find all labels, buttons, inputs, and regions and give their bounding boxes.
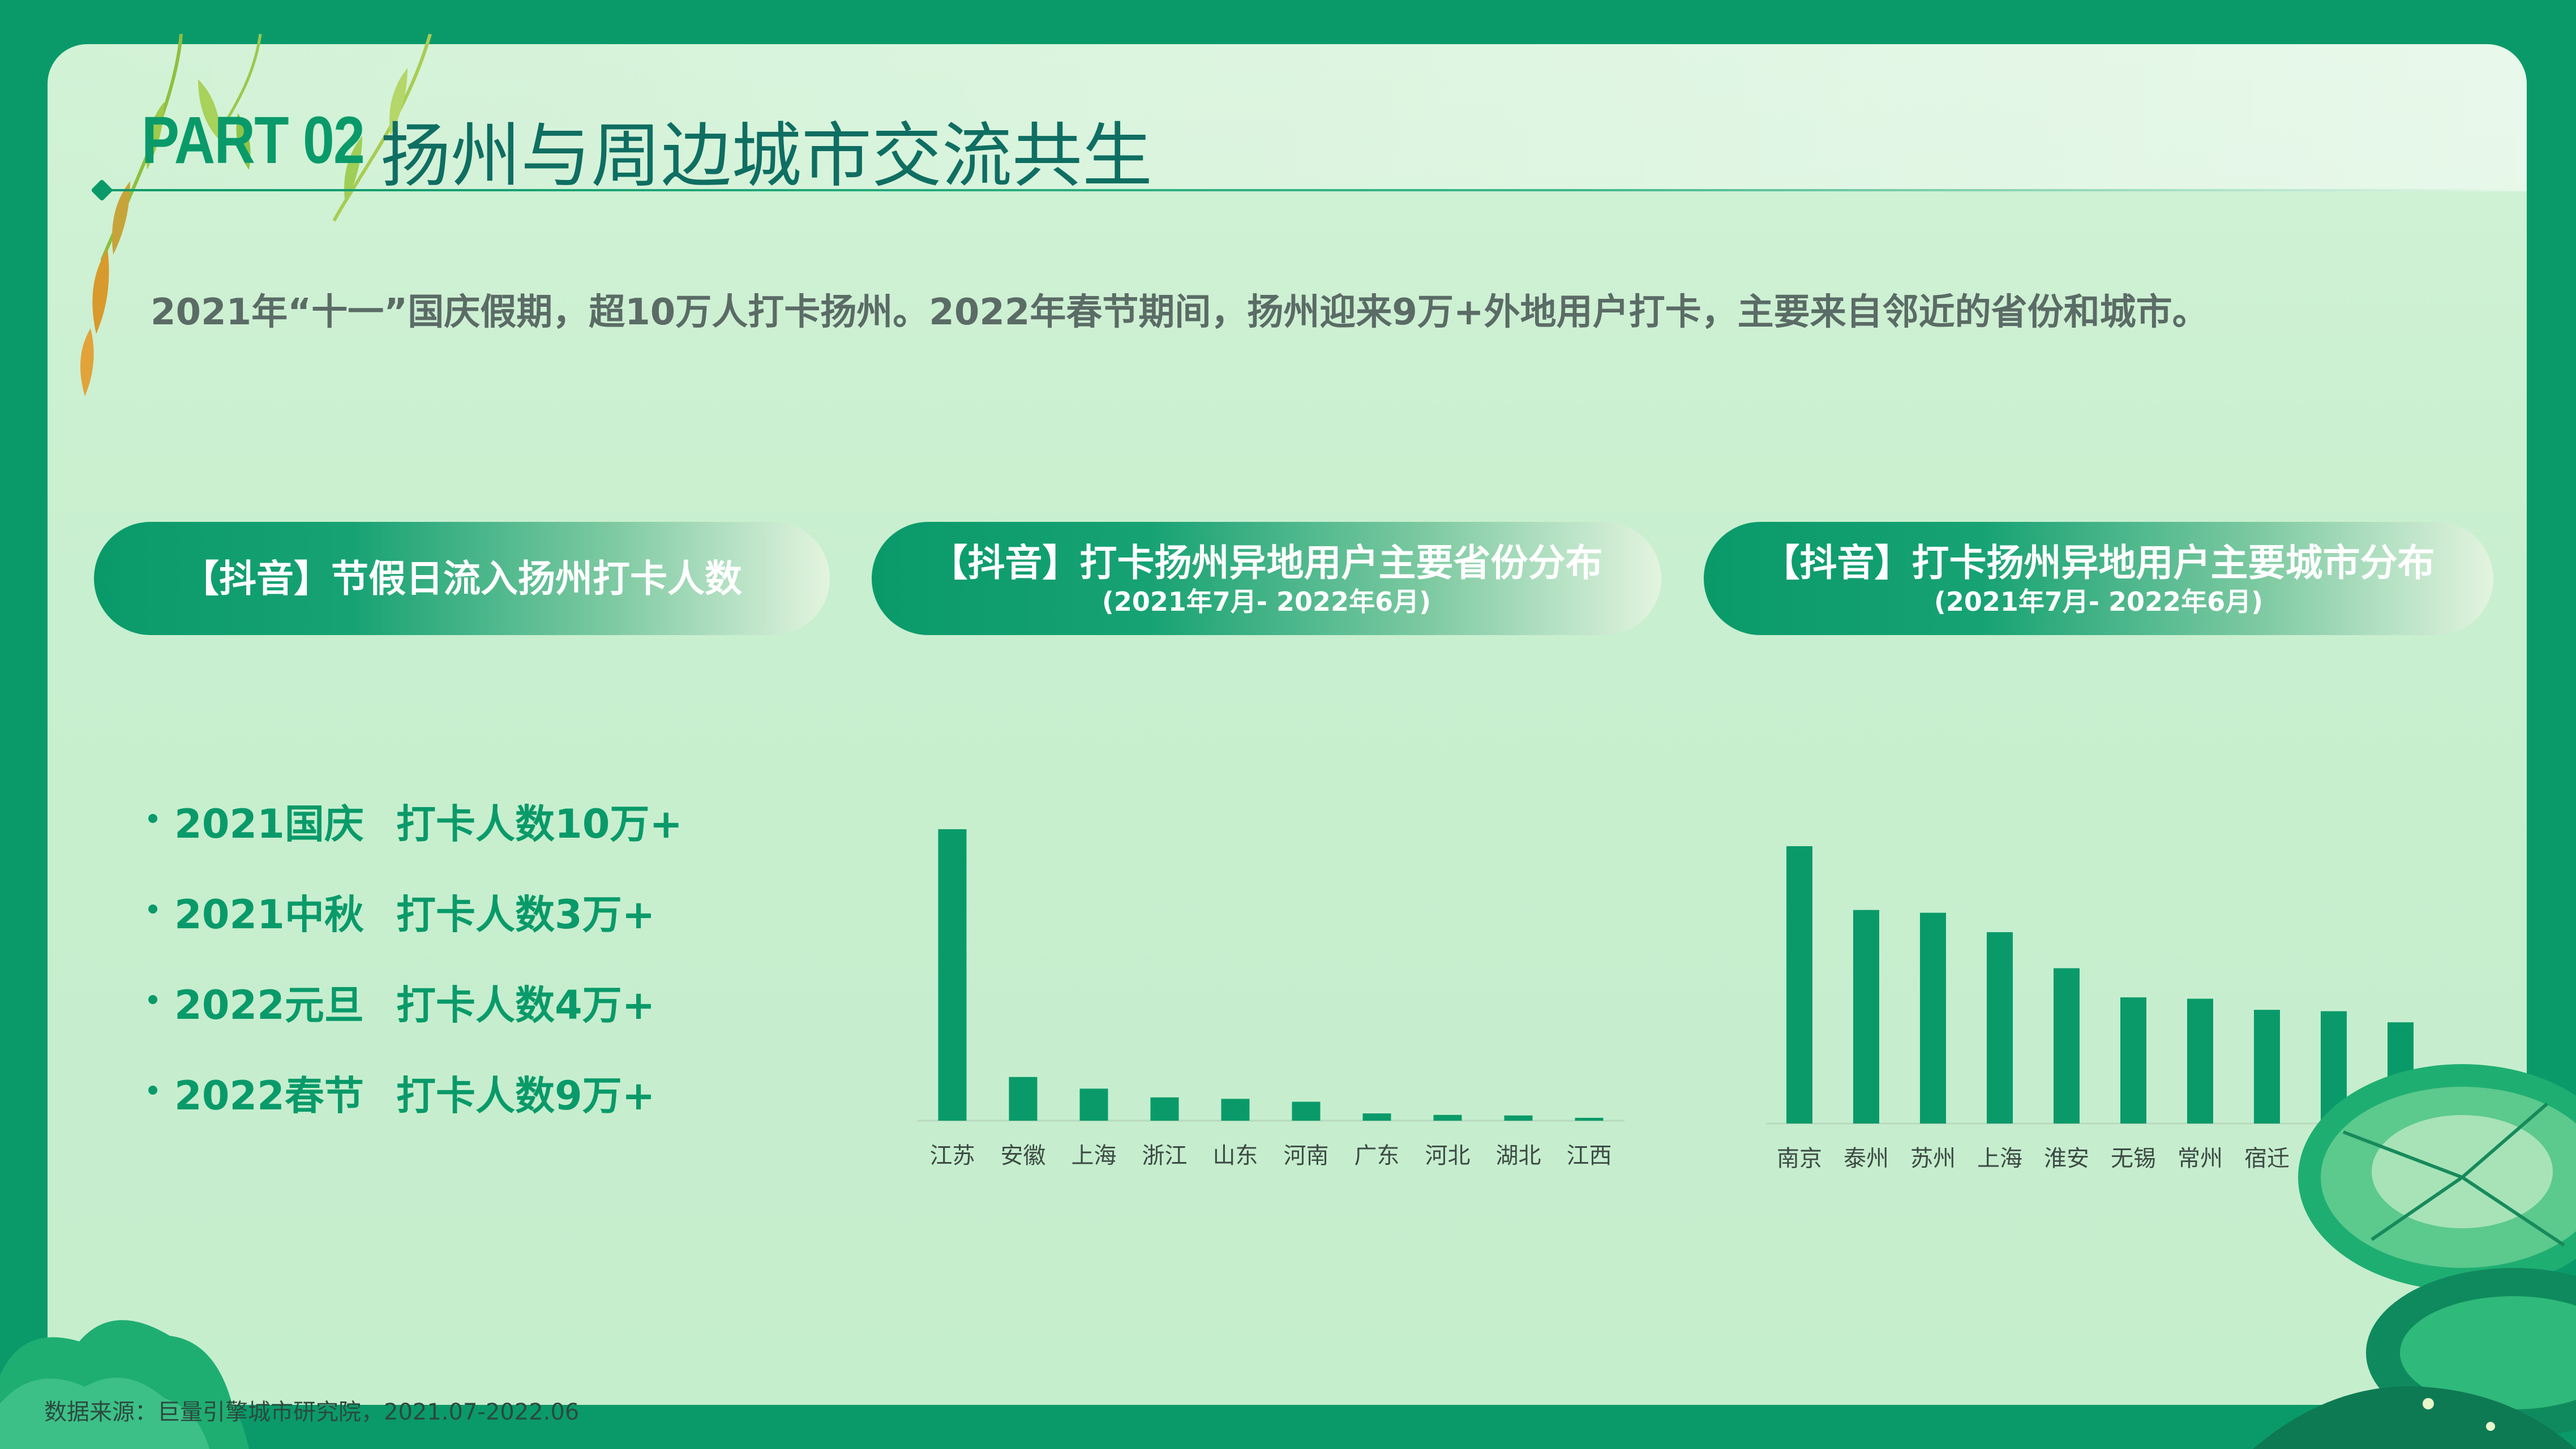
bar: [2054, 968, 2080, 1124]
cloud-decoration-icon: [0, 1320, 249, 1449]
panel-title: 【抖音】打卡扬州异地用户主要省份分布: [930, 541, 1603, 585]
x-tick-label: 浙江: [1142, 1143, 1188, 1169]
bar: [1575, 1117, 1604, 1121]
holiday-value: 打卡人数3万+: [396, 891, 655, 938]
bar: [1221, 1099, 1250, 1121]
x-tick-label: 上海: [1071, 1143, 1117, 1169]
panel-header-cities: 【抖音】打卡扬州异地用户主要城市分布 (2021年7月- 2022年6月): [1704, 522, 2493, 635]
x-tick-label: 上海: [1977, 1146, 2022, 1172]
bullet-icon: [148, 1086, 157, 1095]
willow-decoration-icon: [80, 34, 432, 396]
x-tick-label: 泰州: [1844, 1146, 1889, 1172]
bar: [1504, 1115, 1533, 1121]
holiday-value: 打卡人数10万+: [396, 801, 683, 847]
part-label: PART 02: [142, 103, 365, 178]
bullet-icon: [148, 995, 157, 1004]
holiday-period: 2021中秋: [174, 891, 364, 938]
bar: [1079, 1088, 1108, 1121]
bar: [1150, 1097, 1179, 1121]
holiday-period: 2022元旦: [174, 982, 364, 1028]
province-bar-chart: 江苏 安徽 上海 浙江 山东 河南 广东 河北 湖北 江西: [917, 829, 1625, 1169]
x-tick-label: 湖北: [1496, 1143, 1541, 1169]
panel-header-provinces: 【抖音】打卡扬州异地用户主要省份分布 (2021年7月- 2022年6月): [872, 522, 1661, 635]
bar: [938, 829, 967, 1121]
holiday-value: 打卡人数9万+: [396, 1073, 655, 1119]
panel-subtitle: (2021年7月- 2022年6月): [1934, 586, 2264, 617]
source-note: 数据来源：巨量引擎城市研究院，2021.07-2022.06: [44, 1399, 580, 1425]
bar: [1987, 932, 2013, 1124]
x-tick-label: 江苏: [930, 1143, 975, 1169]
x-tick-label: 安徽: [1001, 1143, 1046, 1169]
bar: [2120, 997, 2146, 1124]
panel-header-holidays: 【抖音】节假日流入扬州打卡人数: [94, 522, 830, 635]
x-tick-label: 河北: [1425, 1143, 1471, 1169]
x-tick-label: 苏州: [1910, 1146, 1956, 1172]
holiday-period: 2022春节: [174, 1073, 364, 1119]
holiday-period: 2021国庆: [174, 801, 364, 847]
x-tick-label: 广东: [1355, 1143, 1400, 1169]
lotus-leaf-decoration-icon: [2253, 1064, 2576, 1449]
panel-title: 【抖音】打卡扬州异地用户主要城市分布: [1762, 541, 2435, 585]
bullet-icon: [148, 904, 157, 914]
bar: [1362, 1113, 1391, 1121]
bar: [1433, 1114, 1462, 1121]
bar: [1786, 846, 1812, 1124]
panel-title: 【抖音】节假日流入扬州打卡人数: [182, 557, 742, 601]
bullet-icon: [148, 814, 157, 823]
bar: [1853, 910, 1879, 1124]
header-divider: [102, 189, 2524, 191]
bar: [1292, 1101, 1321, 1121]
page-title: 扬州与周边城市交流共生: [380, 115, 1153, 197]
holiday-value: 打卡人数4万+: [396, 982, 655, 1028]
x-tick-label: 南京: [1777, 1146, 1822, 1172]
x-tick-label: 无锡: [2111, 1146, 2156, 1172]
x-tick-label: 山东: [1213, 1143, 1258, 1169]
x-tick-label: 淮安: [2044, 1146, 2089, 1172]
x-tick-label: 江西: [1567, 1143, 1612, 1169]
x-tick-label: 河南: [1284, 1143, 1329, 1169]
panel-subtitle: (2021年7月- 2022年6月): [1101, 586, 1431, 617]
bar: [1009, 1077, 1038, 1121]
bar: [1920, 912, 1946, 1124]
intro-text: 2021年“十一”国庆假期，超10万人打卡扬州。2022年春节期间，扬州迎来9万…: [151, 291, 2209, 333]
